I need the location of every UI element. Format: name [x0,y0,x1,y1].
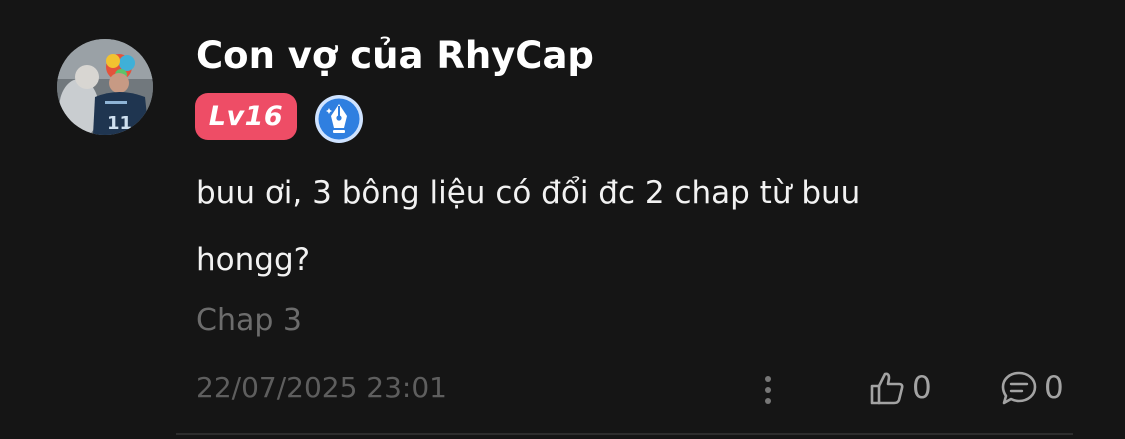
avatar-image: 11 [57,39,153,135]
divider [176,433,1073,435]
level-badge: Lv16 [195,93,297,140]
svg-text:11: 11 [107,113,132,134]
username[interactable]: Con vợ của RhyCap [196,32,594,80]
more-options-button[interactable] [748,370,788,410]
reply-button[interactable]: 0 [1000,365,1064,411]
avatar[interactable]: 11 [57,39,153,135]
more-vertical-icon [765,376,771,404]
reply-count: 0 [1044,370,1064,406]
like-count: 0 [912,370,932,406]
comment-item: 11 Con vợ của RhyCap Lv16 buu ơi, 3 bông… [0,0,1125,439]
chapter-link[interactable]: Chap 3 [196,300,302,342]
thumbs-up-icon [870,372,904,405]
timestamp: 22/07/2025 23:01 [196,371,447,404]
like-button[interactable]: 0 [868,365,932,411]
chat-bubble-icon [1001,371,1037,405]
pen-nib-icon [314,94,364,144]
comment-text: buu ơi, 3 bông liệu có đổi đc 2 chap từ … [196,175,861,278]
